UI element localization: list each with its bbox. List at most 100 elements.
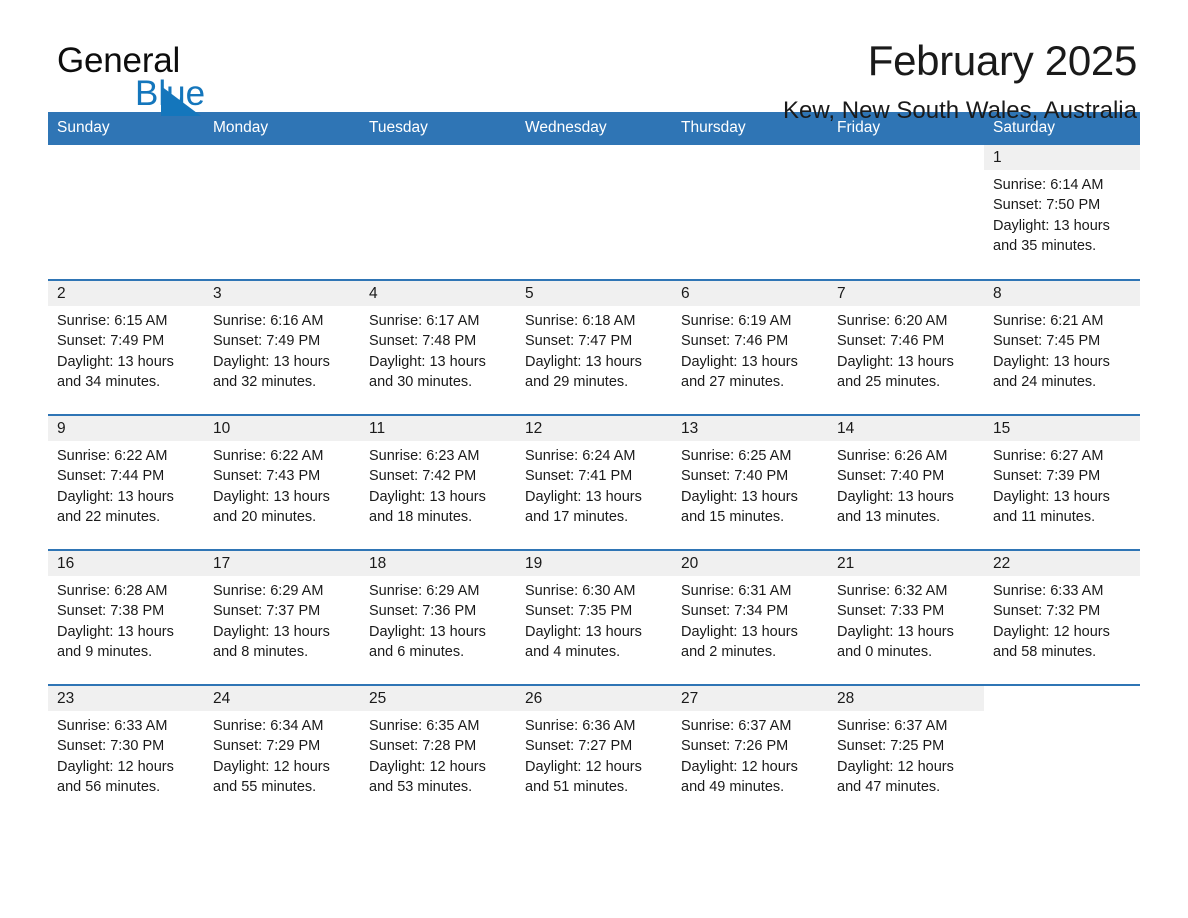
calendar-day-cell[interactable]: 11 Sunrise: 6:23 AM Sunset: 7:42 PM Dayligh… [360, 414, 516, 550]
calendar-day-cell[interactable]: 19 Sunrise: 6:30 AM Sunset: 7:35 PM Dayligh… [516, 549, 672, 685]
sunset-text: Sunset: 7:45 PM [993, 333, 1101, 350]
logo-text-blue: Blue [135, 74, 206, 113]
calendar-day-cell[interactable]: 27 Sunrise: 6:37 AM Sunset: 7:26 PM Dayligh… [672, 684, 828, 820]
day-cell-inner: 22 Sunrise: 6:33 AM Sunset: 7:32 PM Dayligh… [984, 551, 1140, 684]
day-number: 16 [48, 551, 204, 576]
sunrise-text: Sunrise: 6:36 AM [525, 718, 636, 734]
calendar-day-cell[interactable]: 5 Sunrise: 6:18 AM Sunset: 7:47 PM Daylight… [516, 279, 672, 415]
sunset-text: Sunset: 7:26 PM [681, 738, 789, 755]
daylight-text-cont: and 4 minutes. [525, 643, 621, 660]
calendar-day-cell[interactable]: 4 Sunrise: 6:17 AM Sunset: 7:48 PM Daylight… [360, 279, 516, 415]
daylight-text: Daylight: 13 hours [525, 623, 642, 640]
day-cell-inner: 12 Sunrise: 6:24 AM Sunset: 7:41 PM Dayligh… [516, 416, 672, 549]
day-number: 27 [672, 686, 828, 711]
calendar-day-cell[interactable]: 10 Sunrise: 6:22 AM Sunset: 7:43 PM Dayligh… [204, 414, 360, 550]
calendar-day-cell[interactable]: 7 Sunrise: 6:20 AM Sunset: 7:46 PM Daylight… [828, 279, 984, 415]
day-cell-inner: 6 Sunrise: 6:19 AM Sunset: 7:46 PM Daylight… [672, 281, 828, 414]
calendar-day-cell[interactable]: 16 Sunrise: 6:28 AM Sunset: 7:38 PM Dayligh… [48, 549, 204, 685]
daylight-text-cont: and 34 minutes. [57, 373, 161, 390]
calendar-day-cell[interactable]: 2 Sunrise: 6:15 AM Sunset: 7:49 PM Daylight… [48, 279, 204, 415]
daylight-text: Daylight: 12 hours [213, 758, 330, 775]
calendar-day-cell[interactable]: 9 Sunrise: 6:22 AM Sunset: 7:44 PM Daylight… [48, 414, 204, 550]
calendar-day-cell[interactable]: 24 Sunrise: 6:34 AM Sunset: 7:29 PM Dayligh… [204, 684, 360, 820]
day-sun-info [360, 170, 516, 175]
day-cell-inner: 15 Sunrise: 6:27 AM Sunset: 7:39 PM Dayligh… [984, 416, 1140, 549]
day-number [672, 145, 828, 170]
sunset-text: Sunset: 7:44 PM [57, 468, 165, 485]
day-cell-inner: 5 Sunrise: 6:18 AM Sunset: 7:47 PM Daylight… [516, 281, 672, 414]
daylight-text-cont: and 18 minutes. [369, 508, 473, 525]
day-number: 17 [204, 551, 360, 576]
calendar-page: General Blue February 2025 Kew, New Sout… [0, 0, 1188, 918]
calendar-day-cell[interactable]: 15 Sunrise: 6:27 AM Sunset: 7:39 PM Dayligh… [984, 414, 1140, 550]
calendar-day-cell[interactable]: 23 Sunrise: 6:33 AM Sunset: 7:30 PM Dayligh… [48, 684, 204, 820]
day-number: 6 [672, 281, 828, 306]
day-number [360, 145, 516, 170]
calendar-day-cell[interactable]: 1 Sunrise: 6:14 AM Sunset: 7:50 PM Daylight… [984, 145, 1140, 280]
sunrise-text: Sunrise: 6:18 AM [525, 313, 636, 329]
calendar-day-cell[interactable]: 13 Sunrise: 6:25 AM Sunset: 7:40 PM Dayligh… [672, 414, 828, 550]
calendar-day-cell[interactable]: 25 Sunrise: 6:35 AM Sunset: 7:28 PM Dayligh… [360, 684, 516, 820]
sunrise-text: Sunrise: 6:19 AM [681, 313, 792, 329]
daylight-text: Daylight: 12 hours [837, 758, 954, 775]
day-sun-info: Sunrise: 6:37 AM Sunset: 7:25 PM Daylight:… [828, 711, 984, 797]
sunrise-sunset-calendar: Sunday Monday Tuesday Wednesday Thursday… [48, 112, 1140, 820]
daylight-text: Daylight: 13 hours [681, 353, 798, 370]
general-blue-logo[interactable]: General Blue [57, 42, 357, 122]
daylight-text: Daylight: 13 hours [837, 353, 954, 370]
day-sun-info: Sunrise: 6:17 AM Sunset: 7:48 PM Daylight:… [360, 306, 516, 392]
calendar-day-cell[interactable]: 6 Sunrise: 6:19 AM Sunset: 7:46 PM Daylight… [672, 279, 828, 415]
day-sun-info: Sunrise: 6:28 AM Sunset: 7:38 PM Daylight:… [48, 576, 204, 662]
day-number: 20 [672, 551, 828, 576]
daylight-text-cont: and 20 minutes. [213, 508, 317, 525]
calendar-day-cell[interactable]: 26 Sunrise: 6:36 AM Sunset: 7:27 PM Dayligh… [516, 684, 672, 820]
sunset-text: Sunset: 7:34 PM [681, 603, 789, 620]
day-cell-inner: 23 Sunrise: 6:33 AM Sunset: 7:30 PM Dayligh… [48, 686, 204, 820]
calendar-day-cell[interactable]: 22 Sunrise: 6:33 AM Sunset: 7:32 PM Dayligh… [984, 549, 1140, 685]
page-subtitle: Kew, New South Wales, Australia [783, 97, 1137, 124]
calendar-week-row: 2 Sunrise: 6:15 AM Sunset: 7:49 PM Daylight… [48, 279, 1140, 415]
daylight-text: Daylight: 13 hours [681, 488, 798, 505]
calendar-day-cell[interactable]: 28 Sunrise: 6:37 AM Sunset: 7:25 PM Dayligh… [828, 684, 984, 820]
daylight-text-cont: and 55 minutes. [213, 778, 317, 795]
day-number: 21 [828, 551, 984, 576]
daylight-text-cont: and 22 minutes. [57, 508, 161, 525]
calendar-day-cell[interactable]: 3 Sunrise: 6:16 AM Sunset: 7:49 PM Daylight… [204, 279, 360, 415]
day-cell-inner: 18 Sunrise: 6:29 AM Sunset: 7:36 PM Dayligh… [360, 551, 516, 684]
calendar-day-cell[interactable]: 14 Sunrise: 6:26 AM Sunset: 7:40 PM Dayligh… [828, 414, 984, 550]
page-header: General Blue February 2025 Kew, New Sout… [48, 0, 1140, 124]
sunrise-text: Sunrise: 6:33 AM [57, 718, 168, 734]
calendar-day-cell[interactable]: 21 Sunrise: 6:32 AM Sunset: 7:33 PM Dayligh… [828, 549, 984, 685]
day-sun-info: Sunrise: 6:15 AM Sunset: 7:49 PM Daylight:… [48, 306, 204, 392]
day-number: 22 [984, 551, 1140, 576]
day-number: 26 [516, 686, 672, 711]
sunset-text: Sunset: 7:25 PM [837, 738, 945, 755]
calendar-empty-cell [828, 145, 984, 280]
daylight-text: Daylight: 13 hours [837, 623, 954, 640]
calendar-day-cell[interactable]: 18 Sunrise: 6:29 AM Sunset: 7:36 PM Dayligh… [360, 549, 516, 685]
day-cell-inner: 21 Sunrise: 6:32 AM Sunset: 7:33 PM Dayligh… [828, 551, 984, 684]
daylight-text: Daylight: 13 hours [993, 488, 1110, 505]
sunset-text: Sunset: 7:32 PM [993, 603, 1101, 620]
sunrise-text: Sunrise: 6:25 AM [681, 448, 792, 464]
calendar-day-cell[interactable]: 20 Sunrise: 6:31 AM Sunset: 7:34 PM Dayligh… [672, 549, 828, 685]
daylight-text-cont: and 56 minutes. [57, 778, 161, 795]
day-cell-inner: 10 Sunrise: 6:22 AM Sunset: 7:43 PM Dayligh… [204, 416, 360, 549]
sunset-text: Sunset: 7:38 PM [57, 603, 165, 620]
calendar-empty-cell [984, 684, 1140, 820]
daylight-text: Daylight: 12 hours [57, 758, 174, 775]
sunset-text: Sunset: 7:39 PM [993, 468, 1101, 485]
day-cell-inner: 17 Sunrise: 6:29 AM Sunset: 7:37 PM Dayligh… [204, 551, 360, 684]
sunset-text: Sunset: 7:28 PM [369, 738, 477, 755]
day-number [984, 686, 1140, 711]
calendar-day-cell[interactable]: 12 Sunrise: 6:24 AM Sunset: 7:41 PM Dayligh… [516, 414, 672, 550]
day-number: 8 [984, 281, 1140, 306]
daylight-text-cont: and 49 minutes. [681, 778, 785, 795]
calendar-day-cell[interactable]: 17 Sunrise: 6:29 AM Sunset: 7:37 PM Dayligh… [204, 549, 360, 685]
sunset-text: Sunset: 7:42 PM [369, 468, 477, 485]
day-number: 15 [984, 416, 1140, 441]
daylight-text-cont: and 30 minutes. [369, 373, 473, 390]
calendar-day-cell[interactable]: 8 Sunrise: 6:21 AM Sunset: 7:45 PM Daylight… [984, 279, 1140, 415]
day-number: 2 [48, 281, 204, 306]
daylight-text: Daylight: 13 hours [369, 488, 486, 505]
